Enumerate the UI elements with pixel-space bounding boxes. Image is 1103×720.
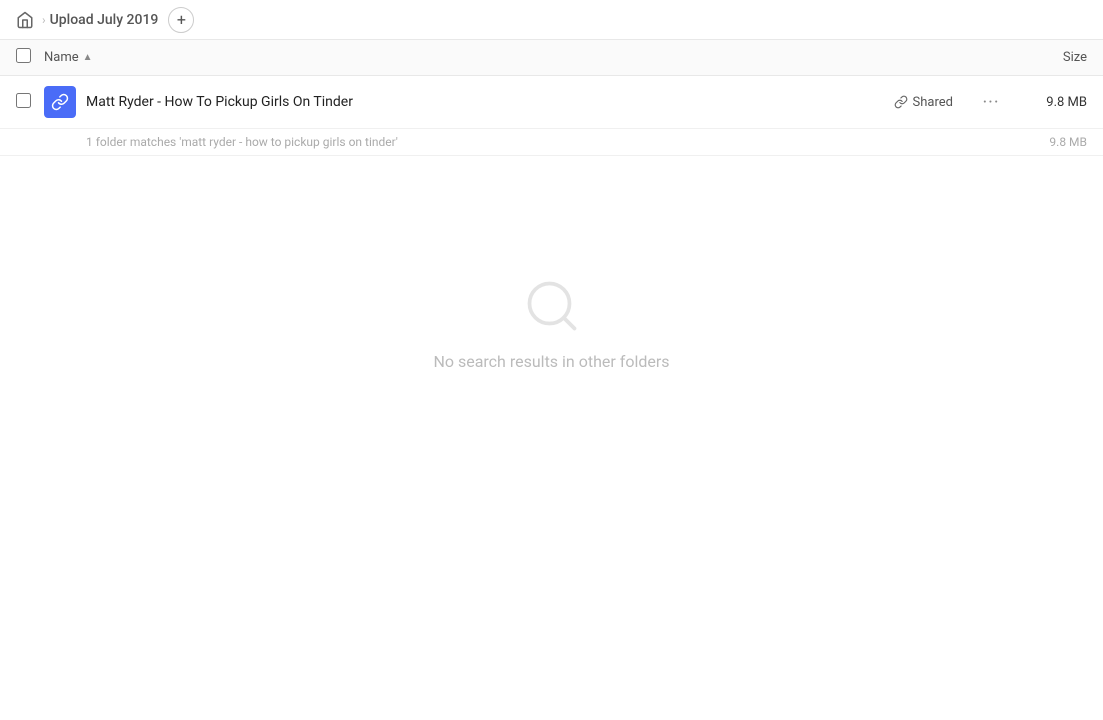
breadcrumb-separator: › — [42, 13, 46, 27]
size-column-header: Size — [1007, 50, 1087, 65]
file-icon — [44, 86, 76, 118]
file-name: Matt Ryder - How To Pickup Girls On Tind… — [86, 94, 886, 110]
match-text: 1 folder matches 'matt ryder - how to pi… — [16, 135, 1017, 149]
select-all-checkbox-col — [16, 48, 44, 67]
match-size: 9.8 MB — [1017, 135, 1087, 149]
link-icon — [894, 95, 908, 109]
sort-arrow-icon: ▲ — [83, 52, 93, 63]
column-headers: Name ▲ Size — [0, 40, 1103, 76]
home-button[interactable] — [16, 11, 34, 29]
row-checkbox[interactable] — [16, 93, 31, 108]
breadcrumb-title: Upload July 2019 — [50, 12, 159, 28]
shared-label: Shared — [913, 95, 953, 110]
more-options-button[interactable]: ··· — [977, 88, 1005, 116]
no-results-text: No search results in other folders — [433, 352, 669, 371]
breadcrumb-header: › Upload July 2019 + — [0, 0, 1103, 40]
select-all-checkbox[interactable] — [16, 48, 31, 63]
file-size: 9.8 MB — [1017, 95, 1087, 110]
add-button[interactable]: + — [168, 7, 194, 33]
name-column-header[interactable]: Name ▲ — [44, 50, 1007, 65]
shared-button[interactable]: Shared — [886, 92, 961, 113]
match-info-row: 1 folder matches 'matt ryder - how to pi… — [0, 129, 1103, 156]
more-icon: ··· — [982, 92, 999, 113]
no-results-search-icon — [522, 276, 582, 336]
row-checkbox-col — [16, 93, 44, 112]
empty-state: No search results in other folders — [0, 276, 1103, 371]
file-row[interactable]: Matt Ryder - How To Pickup Girls On Tind… — [0, 76, 1103, 129]
